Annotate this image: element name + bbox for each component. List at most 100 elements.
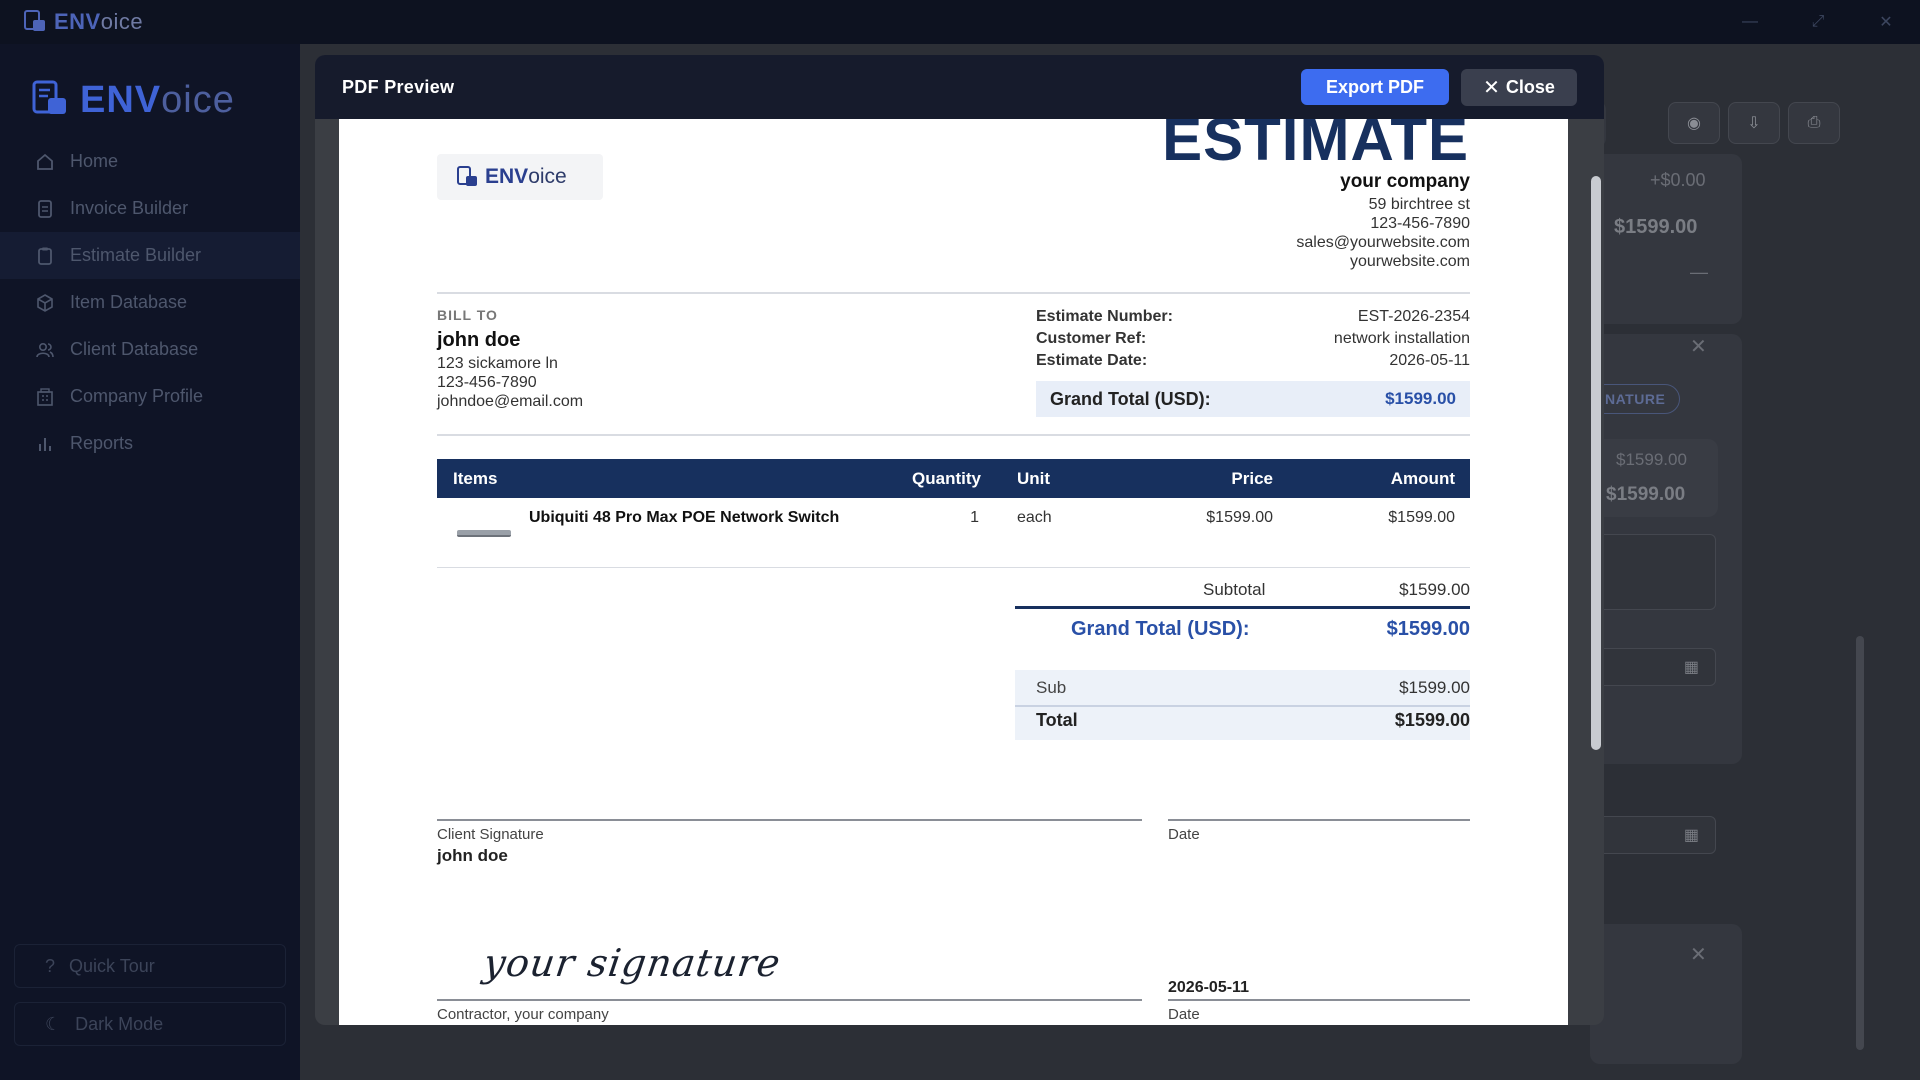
items-table-header: Items Quantity Unit Price Amount [437, 459, 1470, 498]
client-signature-caption: Client Signature [437, 826, 544, 843]
sidebar-item-home[interactable]: Home [0, 138, 300, 185]
client-date-caption: Date [1168, 826, 1200, 843]
grand-total-value-2: $1599.00 [1386, 618, 1470, 640]
quick-tour-button[interactable]: ? Quick Tour [14, 944, 286, 988]
sidebar-item-invoice-builder[interactable]: Invoice Builder [0, 185, 300, 232]
sidebar: ENVoice Home Invoice Builder Estimate Bu… [0, 44, 300, 1080]
building-icon [34, 386, 56, 408]
company-email: sales@yourwebsite.com [1296, 234, 1470, 251]
print-icon[interactable]: ⎙ [1788, 102, 1840, 144]
window-controls: — ⤢ ✕ [1716, 0, 1920, 44]
client-date-line [1168, 819, 1470, 821]
bg-dash: — [1690, 262, 1708, 282]
preview-eye-icon[interactable]: ◉ [1668, 102, 1720, 144]
quick-tour-label: Quick Tour [69, 955, 155, 976]
sub-value: $1599.00 [1399, 678, 1470, 697]
calendar-icon: ▦ [1683, 659, 1699, 676]
minimize-icon[interactable]: — [1716, 0, 1784, 44]
sidebar-item-reports[interactable]: Reports [0, 420, 300, 467]
doc-logo-bold: ENV [485, 165, 529, 188]
close-icon: ✕ [1483, 77, 1500, 99]
grand-total-label: Grand Total (USD): [1050, 388, 1211, 409]
modal-header: PDF Preview Export PDF ✕ Close [315, 55, 1604, 119]
close-window-icon[interactable]: ✕ [1852, 0, 1920, 44]
bg-date-input-2[interactable]: ▦ [1590, 816, 1716, 854]
col-unit: Unit [1017, 469, 1051, 488]
download-icon[interactable]: ⇩ [1728, 102, 1780, 144]
sidebar-logo: ENVoice [28, 78, 235, 122]
grand-total-box: Grand Total (USD): $1599.00 [1036, 381, 1470, 417]
contractor-signature: your signature [480, 941, 784, 985]
item-amount: $1599.00 [1388, 509, 1455, 526]
sidebar-item-item-database[interactable]: Item Database [0, 279, 300, 326]
bill-to-label: BILL TO [437, 307, 498, 323]
document-title: ESTIMATE [1162, 119, 1469, 173]
sidebar-item-label: Home [70, 151, 119, 171]
moon-icon: ☾ [45, 1013, 62, 1034]
sidebar-nav: Home Invoice Builder Estimate Builder It… [0, 138, 300, 467]
close-button[interactable]: ✕ Close [1461, 69, 1577, 106]
modal-scrollbar-thumb[interactable] [1591, 176, 1601, 750]
users-icon [34, 339, 56, 361]
sidebar-item-estimate-builder[interactable]: Estimate Builder [0, 232, 300, 279]
home-icon [34, 151, 56, 173]
sidebar-item-label: Reports [70, 433, 134, 453]
sidebar-item-company-profile[interactable]: Company Profile [0, 373, 300, 420]
bg-total-value: $1599.00 [1614, 216, 1698, 238]
sub-label: Sub [1036, 678, 1067, 697]
divider [437, 567, 1470, 568]
help-circle-icon: ? [45, 955, 56, 976]
item-unit: each [1017, 509, 1052, 526]
contractor-signature-caption: Contractor, your company [437, 1006, 609, 1023]
company-name: your company [1340, 171, 1470, 192]
bg-total-bold: $1599.00 [1606, 484, 1686, 505]
item-thumbnail [457, 530, 511, 537]
logo-text-bold: ENV [80, 78, 162, 121]
doc-logo-rest: oice [528, 165, 567, 188]
total-label: Total [1036, 710, 1078, 730]
sidebar-item-label: Client Database [70, 339, 199, 359]
estimate-number: EST-2026-2354 [1357, 308, 1470, 325]
modal-title: PDF Preview [342, 76, 455, 97]
customer-ref-label: Customer Ref: [1036, 330, 1147, 347]
client-signature-name: john doe [437, 846, 508, 865]
bg-close-icon-2[interactable]: ✕ [1690, 942, 1707, 967]
dark-mode-label: Dark Mode [75, 1013, 164, 1034]
col-amount: Amount [1390, 469, 1455, 488]
bill-to-address: 123 sickamore ln [437, 355, 558, 372]
bill-to-phone: 123-456-7890 [437, 374, 537, 391]
bg-date-input[interactable]: ▦ [1590, 648, 1716, 686]
contractor-date-line [1168, 999, 1470, 1001]
totals-divider [1015, 606, 1470, 609]
summary-box: Sub $1599.00 Total $1599.00 [1015, 670, 1470, 740]
sidebar-item-label: Item Database [70, 292, 188, 312]
pdf-page: ENVoice ESTIMATE your company 59 birchtr… [339, 119, 1568, 1025]
contractor-signature-line [437, 999, 1142, 1001]
main-scrollbar[interactable] [1856, 636, 1864, 1050]
maximize-icon[interactable]: ⤢ [1784, 0, 1852, 44]
contractor-date: 2026-05-11 [1168, 979, 1249, 996]
col-items: Items [453, 469, 498, 488]
divider [437, 292, 1470, 294]
export-pdf-button[interactable]: Export PDF [1301, 69, 1449, 105]
total-value: $1599.00 [1394, 710, 1470, 730]
estimate-number-label: Estimate Number: [1036, 308, 1173, 325]
client-signature-line [437, 819, 1142, 821]
sidebar-item-client-database[interactable]: Client Database [0, 326, 300, 373]
divider [437, 434, 1470, 436]
bg-close-icon[interactable]: ✕ [1690, 334, 1707, 359]
estimate-date-label: Estimate Date: [1036, 352, 1148, 369]
bar-chart-icon [34, 433, 56, 455]
clipboard-icon [34, 245, 56, 267]
sidebar-item-label: Estimate Builder [70, 245, 202, 265]
bill-to-email: johndoe@email.com [437, 393, 584, 410]
bg-notes-textarea[interactable] [1590, 534, 1716, 610]
dark-mode-button[interactable]: ☾ Dark Mode [14, 1002, 286, 1046]
sidebar-item-label: Company Profile [70, 386, 204, 406]
sidebar-item-label: Invoice Builder [70, 198, 189, 218]
bg-sub-value: $1599.00 [1616, 450, 1687, 469]
bg-adjustment-value: +$0.00 [1650, 170, 1706, 190]
window-titlebar: ENVoice — ⤢ ✕ [0, 0, 1920, 44]
col-quantity: Quantity [912, 469, 981, 488]
doc-logo: ENVoice [437, 154, 603, 200]
